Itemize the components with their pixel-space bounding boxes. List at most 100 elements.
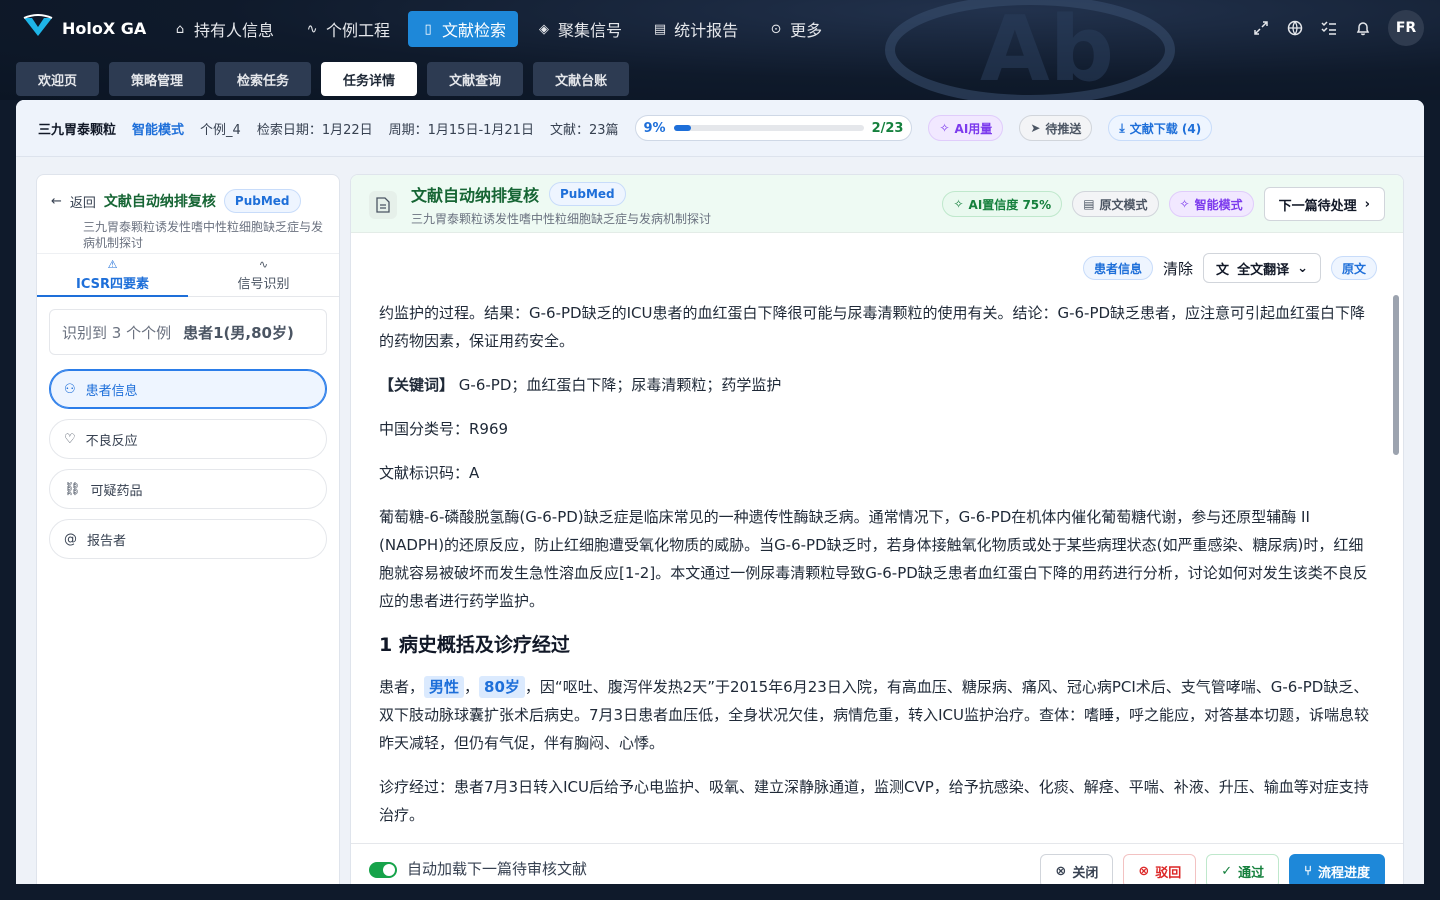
chevron-right-icon: ›: [1364, 196, 1370, 212]
close-circle-icon: ⊗: [1055, 863, 1067, 879]
file-icon: ▤: [1083, 197, 1095, 211]
page-tabs: 欢迎页 策略管理 检索任务 任务详情 文献查询 文献台账: [16, 62, 630, 96]
approve-button[interactable]: ✓ 通过: [1206, 854, 1280, 884]
classification-number: 中国分类号：R969: [379, 420, 509, 438]
option-reporter[interactable]: @ 报告者: [49, 519, 327, 559]
chevron-down-icon: ⌄: [1297, 260, 1308, 276]
download-label: 文献下载 (4): [1129, 121, 1202, 136]
next-pending-button[interactable]: 下一篇待处理 ›: [1263, 187, 1385, 221]
pending-push-button[interactable]: ➤ 待推送: [1019, 115, 1093, 141]
auto-load-label: 自动加载下一篇待审核文献: [407, 860, 588, 878]
clear-button[interactable]: 清除: [1163, 258, 1193, 279]
ai-confidence-badge: ✧ AI置信度 75%: [942, 191, 1063, 217]
main-panel: 三九胃泰颗粒 智能模式 个例_4 检索日期：1月22日 周期：1月15日-1月2…: [16, 100, 1424, 884]
tab-strategy[interactable]: 策略管理: [109, 62, 206, 96]
back-label: 返回: [69, 195, 96, 211]
footer-actions: ⊗ 关闭 ⊗ 驳回 ✓ 通过 ⑂ 流程进度: [1040, 854, 1385, 884]
auto-load-toggle[interactable]: [369, 862, 397, 878]
download-button[interactable]: ⤓ 文献下载 (4): [1108, 115, 1213, 141]
search-date: 检索日期：1月22日: [256, 122, 373, 138]
reject-button[interactable]: ⊗ 驳回: [1123, 854, 1197, 884]
original-mode-button[interactable]: ▤ 原文模式: [1072, 191, 1159, 217]
app-name: HoloX GA: [62, 18, 147, 38]
sidebar-title: 文献自动纳排复核: [103, 194, 216, 210]
translate-dropdown[interactable]: 文 全文翻译 ⌄: [1203, 253, 1321, 283]
nav-label: 持有人信息: [194, 21, 275, 40]
flow-label: 流程进度: [1317, 865, 1370, 881]
tab-welcome[interactable]: 欢迎页: [16, 62, 100, 96]
sidebar-header: ← 返回 文献自动纳排复核 PubMed: [37, 175, 339, 213]
reader-subtitle: 三九胃泰颗粒诱发性嗜中性粒细胞缺乏症与发病机制探讨: [411, 212, 712, 226]
report-icon: ▤: [653, 21, 667, 37]
bank-icon: ⌂: [175, 21, 185, 37]
sparkle-icon: ✧: [953, 197, 964, 211]
tab-signal[interactable]: ∿ 信号识别: [188, 254, 339, 296]
original-text-tag[interactable]: 原文: [1330, 256, 1377, 280]
option-patient-info[interactable]: ⚇ 患者信息: [49, 369, 327, 409]
send-icon: ➤: [1030, 121, 1041, 135]
text: ，因“呕吐、腹泻伴发热2天”于2015年6月23日入院，有高血压、糖尿病、痛风、…: [379, 678, 1369, 752]
nav-more[interactable]: ⊙ 更多: [756, 11, 834, 47]
nav-label: 个例工程: [326, 21, 391, 40]
patient-info-tag[interactable]: 患者信息: [1083, 256, 1154, 280]
back-button[interactable]: ← 返回: [51, 192, 96, 211]
nav-stat-report[interactable]: ▤ 统计报告: [640, 11, 750, 47]
tab-signal-label: 信号识别: [237, 277, 290, 292]
case-selector[interactable]: 识别到 3 个个例 患者1(男,80岁): [49, 309, 327, 355]
fullscreen-icon[interactable]: [1252, 19, 1270, 37]
scrollbar[interactable]: [1393, 295, 1399, 455]
text: ，: [464, 678, 480, 696]
nav-case-project[interactable]: ∿ 个例工程: [292, 11, 402, 47]
reject-label: 驳回: [1155, 865, 1182, 881]
nav-label: 聚集信号: [558, 21, 623, 40]
flow-progress-button[interactable]: ⑂ 流程进度: [1289, 854, 1385, 884]
smart-mode-button[interactable]: ✧ 智能模式: [1168, 191, 1254, 217]
checklist-icon[interactable]: [1320, 19, 1338, 37]
pulse-icon: ∿: [306, 21, 318, 37]
globe-icon[interactable]: [1286, 19, 1304, 37]
at-icon: @: [64, 531, 77, 547]
option-label: 报告者: [87, 533, 127, 549]
heart-icon: ♡: [64, 431, 76, 447]
bell-icon[interactable]: [1354, 19, 1372, 37]
user-avatar[interactable]: FR: [1388, 10, 1424, 46]
option-adverse-reaction[interactable]: ♡ 不良反应: [49, 419, 327, 459]
option-label: 可疑药品: [90, 483, 143, 499]
section-heading: 1 病史概括及诊疗经过: [379, 634, 570, 656]
app-logo[interactable]: HoloX GA: [22, 12, 146, 44]
paragraph: 诊疗经过：患者7月3日转入ICU后给予心电监护、吸氧、建立深静脉通道，监测CVP…: [379, 778, 1369, 824]
tab-icsr[interactable]: ⚠ ICSR四要素: [37, 254, 188, 297]
nav-holder-info[interactable]: ⌂ 持有人信息: [160, 11, 286, 47]
option-suspect-drug[interactable]: ⛓ 可疑药品: [49, 469, 327, 509]
close-button[interactable]: ⊗ 关闭: [1040, 854, 1114, 884]
reader-source-tag: PubMed: [549, 182, 626, 206]
reader-title-row: 文献自动纳排复核 PubMed: [411, 182, 626, 206]
nav-label: 更多: [790, 21, 823, 40]
ai-usage-button[interactable]: ✧ AI用量: [928, 115, 1004, 141]
option-label: 患者信息: [85, 383, 138, 399]
tab-search-task[interactable]: 检索任务: [215, 62, 312, 96]
reader-footer: 自动加载下一篇待审核文献 ⊗ 关闭 ⊗ 驳回 ✓ 通过 ⑂ 流程进度: [351, 843, 1403, 884]
user-icon: ⚇: [64, 381, 76, 397]
tab-task-detail[interactable]: 任务详情: [321, 62, 418, 96]
pending-push-label: 待推送: [1045, 121, 1082, 136]
highlight-age[interactable]: 80岁: [479, 676, 525, 698]
case-label: 个例_4: [200, 122, 241, 138]
document-id: 文献标识码：A: [379, 464, 480, 482]
top-bar: Ab HoloX GA ⌂ 持有人信息 ∿ 个例工程 ▯ 文献检索 ◈ 聚集信号…: [0, 0, 1440, 100]
mode-label[interactable]: 智能模式: [132, 119, 184, 138]
sparkle-icon: ✧: [1179, 197, 1190, 211]
patient-paragraph: 患者， 男性， 80岁 ，因“呕吐、腹泻伴发热2天”于2015年6月23日入院，有高血…: [379, 673, 1375, 757]
tab-literature-query[interactable]: 文献查询: [427, 62, 524, 96]
nav-cluster-signal[interactable]: ◈ 聚集信号: [524, 11, 634, 47]
tab-literature-ledger[interactable]: 文献台账: [533, 62, 630, 96]
period: 周期：1月15日-1月21日: [388, 122, 534, 138]
ai-confidence-label: AI置信度 75%: [968, 197, 1052, 212]
paragraph: 约监护的过程。结果：G-6-PD缺乏的ICU患者的血红蛋白下降很可能与尿毒清颗粒…: [379, 304, 1366, 350]
book-icon: ▯: [424, 21, 432, 37]
nav-literature-search[interactable]: ▯ 文献检索: [408, 11, 519, 47]
highlight-sex[interactable]: 男性: [424, 676, 465, 698]
next-label: 下一篇待处理: [1278, 198, 1357, 214]
warning-icon: ⚠: [107, 258, 118, 271]
progress-percent: 9%: [643, 120, 666, 136]
